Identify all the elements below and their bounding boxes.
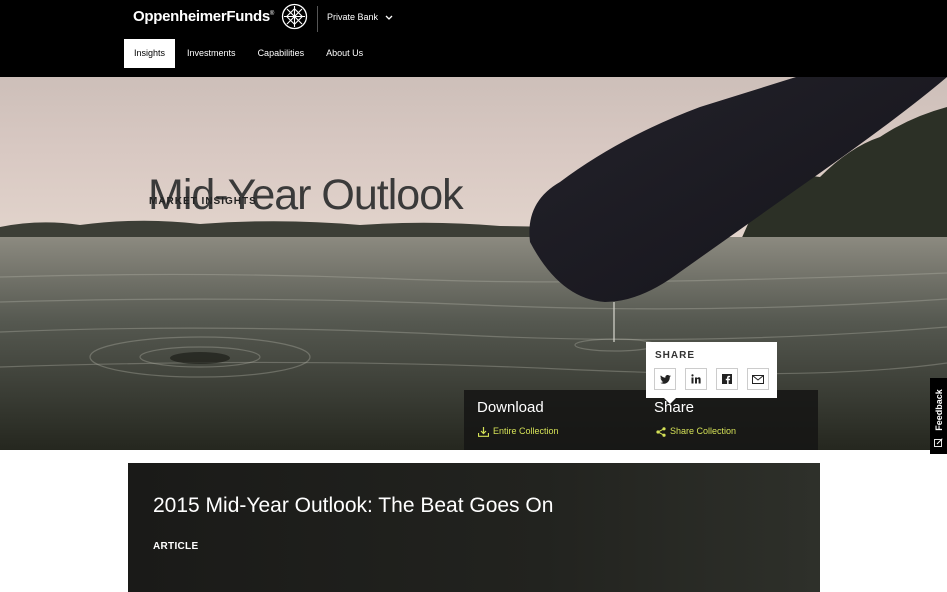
brand-emblem-icon <box>281 3 308 30</box>
facebook-icon <box>722 374 732 384</box>
share-icon <box>656 426 666 437</box>
email-share-button[interactable] <box>747 368 769 390</box>
feedback-tab[interactable]: Feedback <box>930 378 947 454</box>
article-type-label: ARTICLE <box>153 541 199 552</box>
article-title[interactable]: 2015 Mid-Year Outlook: The Beat Goes On <box>153 494 553 518</box>
share-collection-link[interactable]: Share Collection <box>656 426 736 437</box>
chevron-down-icon <box>385 15 393 20</box>
download-link-label: Entire Collection <box>493 426 559 436</box>
main-nav: Insights Investments Capabilities About … <box>124 39 375 68</box>
download-collection-link[interactable]: Entire Collection <box>477 426 559 437</box>
share-link-label: Share Collection <box>670 426 737 436</box>
nav-item-capabilities[interactable]: Capabilities <box>248 39 315 68</box>
registered-mark: ® <box>269 11 275 17</box>
hero-subtitle: MARKET INSIGHTS <box>149 196 257 207</box>
download-icon <box>477 426 490 437</box>
nav-item-investments[interactable]: Investments <box>177 39 246 68</box>
facebook-share-button[interactable] <box>716 368 738 390</box>
share-popover-label: SHARE <box>655 350 696 361</box>
download-heading: Download <box>477 399 544 416</box>
private-bank-dropdown[interactable]: Private Bank <box>327 12 393 22</box>
top-header: OppenheimerFunds® Private Bank Insights … <box>0 0 947 77</box>
edit-icon <box>934 438 943 447</box>
share-popover: SHARE <box>646 342 777 404</box>
nav-item-about-us[interactable]: About Us <box>316 39 373 68</box>
twitter-share-button[interactable] <box>654 368 676 390</box>
feedback-label: Feedback <box>934 389 944 431</box>
linkedin-icon <box>691 374 701 384</box>
article-card[interactable]: 2015 Mid-Year Outlook: The Beat Goes On … <box>128 463 820 592</box>
header-divider <box>317 6 318 32</box>
nav-item-insights[interactable]: Insights <box>124 39 176 68</box>
twitter-icon <box>659 374 671 384</box>
email-icon <box>752 374 764 384</box>
article-card-background <box>128 463 820 592</box>
download-share-bar: Download Entire Collection Share Share C… <box>464 390 818 450</box>
brand-name: OppenheimerFunds <box>133 8 270 25</box>
brand-logo[interactable]: OppenheimerFunds® <box>133 8 274 25</box>
private-bank-label: Private Bank <box>327 12 379 22</box>
linkedin-share-button[interactable] <box>685 368 707 390</box>
